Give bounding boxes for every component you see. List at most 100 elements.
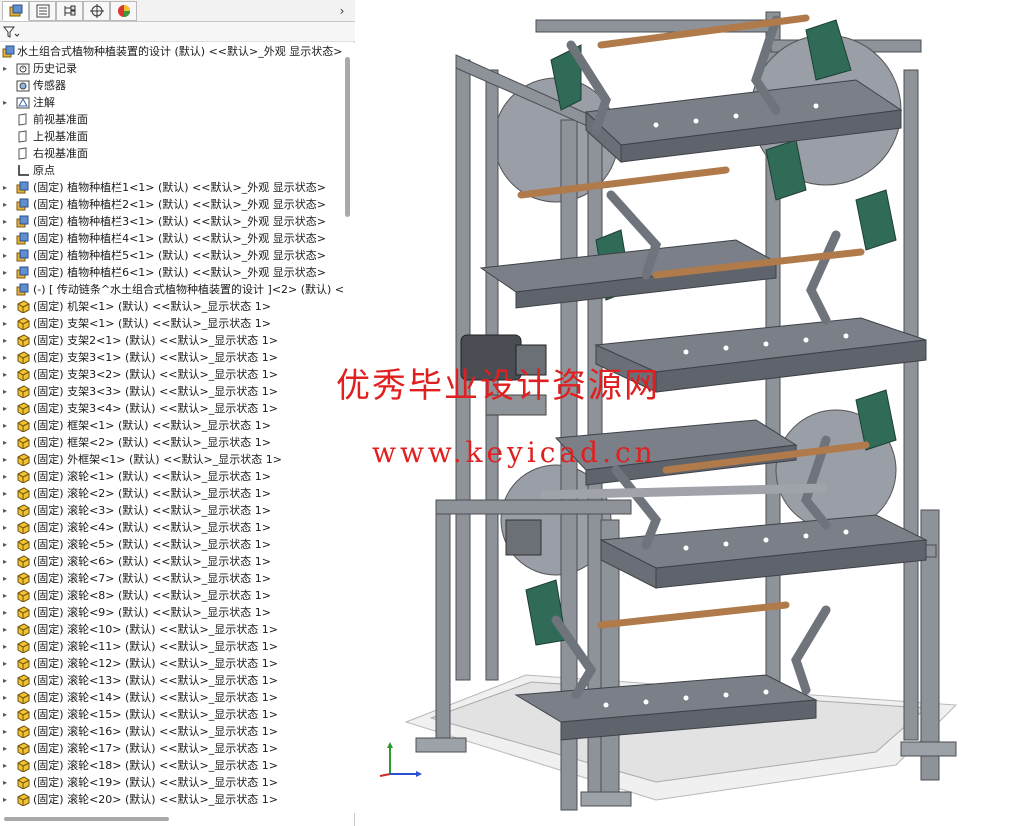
tree-item[interactable]: ▸ (固定) 植物种植栏3<1> (默认) <<默认>_外观 显示状态> bbox=[0, 213, 343, 230]
tree-item[interactable]: ▸ (固定) 滚轮<4> (默认) <<默认>_显示状态 1> bbox=[0, 519, 343, 536]
tree-item[interactable]: ▸ (固定) 外框架<1> (默认) <<默认>_显示状态 1> bbox=[0, 451, 343, 468]
tree-vertical-scrollbar[interactable] bbox=[343, 43, 355, 813]
tree-item[interactable]: ▸ (固定) 植物种植栏5<1> (默认) <<默认>_外观 显示状态> bbox=[0, 247, 343, 264]
tree-item[interactable]: ▸ (固定) 植物种植栏1<1> (默认) <<默认>_外观 显示状态> bbox=[0, 179, 343, 196]
tree-expand-arrow[interactable]: ▸ bbox=[3, 655, 11, 672]
tree-item[interactable]: ▸ (固定) 滚轮<9> (默认) <<默认>_显示状态 1> bbox=[0, 604, 343, 621]
tree-expand-arrow[interactable]: ▸ bbox=[3, 689, 11, 706]
tree-item[interactable]: ▸ (固定) 植物种植栏4<1> (默认) <<默认>_外观 显示状态> bbox=[0, 230, 343, 247]
tree-expand-arrow[interactable]: ▸ bbox=[3, 366, 11, 383]
tree-item[interactable]: ▸ (固定) 支架3<1> (默认) <<默认>_显示状态 1> bbox=[0, 349, 343, 366]
tree-item[interactable]: ▸ (固定) 滚轮<20> (默认) <<默认>_显示状态 1> bbox=[0, 791, 343, 808]
tree-item[interactable]: ▸ (固定) 支架3<2> (默认) <<默认>_显示状态 1> bbox=[0, 366, 343, 383]
property-manager-tab[interactable] bbox=[29, 1, 56, 21]
part-icon bbox=[17, 470, 30, 483]
tree-item[interactable]: ▸ (固定) 滚轮<10> (默认) <<默认>_显示状态 1> bbox=[0, 621, 343, 638]
tree-item[interactable]: 右视基准面 bbox=[0, 145, 343, 162]
tree-item[interactable]: 上视基准面 bbox=[0, 128, 343, 145]
tree-item[interactable]: 传感器 bbox=[0, 77, 343, 94]
tree-expand-arrow[interactable]: ▸ bbox=[3, 434, 11, 451]
tree-expand-arrow[interactable]: ▸ bbox=[3, 791, 11, 808]
tree-item[interactable]: ▸ (固定) 滚轮<14> (默认) <<默认>_显示状态 1> bbox=[0, 689, 343, 706]
tree-expand-arrow[interactable]: ▸ bbox=[3, 536, 11, 553]
tree-expand-arrow[interactable]: ▸ bbox=[3, 60, 11, 77]
feature-manager-tab[interactable] bbox=[2, 1, 29, 21]
tree-expand-arrow[interactable]: ▸ bbox=[3, 196, 11, 213]
configuration-manager-tab[interactable] bbox=[56, 1, 83, 21]
tree-expand-arrow[interactable]: ▸ bbox=[3, 638, 11, 655]
tree-expand-arrow[interactable]: ▸ bbox=[3, 740, 11, 757]
tree-expand-arrow[interactable]: ▸ bbox=[3, 502, 11, 519]
tree-item[interactable]: ▸ (固定) 滚轮<2> (默认) <<默认>_显示状态 1> bbox=[0, 485, 343, 502]
tree-item[interactable]: ▸ (-) [ 传动链条^水土组合式植物种植装置的设计 ]<2> (默认) <默认 bbox=[0, 281, 343, 298]
tree-item[interactable]: ▸ (固定) 滚轮<5> (默认) <<默认>_显示状态 1> bbox=[0, 536, 343, 553]
tree-item[interactable]: ▸ (固定) 框架<1> (默认) <<默认>_显示状态 1> bbox=[0, 417, 343, 434]
tree-expand-arrow[interactable]: ▸ bbox=[3, 179, 11, 196]
tree-item[interactable]: ▸ (固定) 滚轮<7> (默认) <<默认>_显示状态 1> bbox=[0, 570, 343, 587]
tree-expand-arrow[interactable]: ▸ bbox=[3, 451, 11, 468]
tree-root-assembly[interactable]: 水土组合式植物种植装置的设计 (默认) <<默认>_外观 显示状态> bbox=[0, 43, 343, 60]
tree-item[interactable]: ▸ (固定) 框架<2> (默认) <<默认>_显示状态 1> bbox=[0, 434, 343, 451]
tree-expand-arrow[interactable]: ▸ bbox=[3, 485, 11, 502]
tree-expand-arrow[interactable]: ▸ bbox=[3, 672, 11, 689]
dimxpert-tab[interactable] bbox=[83, 1, 110, 21]
tree-item[interactable]: ▸ (固定) 植物种植栏2<1> (默认) <<默认>_外观 显示状态> bbox=[0, 196, 343, 213]
tree-item[interactable]: ▸ (固定) 支架3<3> (默认) <<默认>_显示状态 1> bbox=[0, 383, 343, 400]
tree-item[interactable]: ▸ (固定) 滚轮<18> (默认) <<默认>_显示状态 1> bbox=[0, 757, 343, 774]
tree-expand-arrow[interactable]: ▸ bbox=[3, 570, 11, 587]
tree-item[interactable]: ▸ (固定) 滚轮<6> (默认) <<默认>_显示状态 1> bbox=[0, 553, 343, 570]
tree-item[interactable]: ▸ (固定) 机架<1> (默认) <<默认>_显示状态 1> bbox=[0, 298, 343, 315]
tree-expand-arrow[interactable]: ▸ bbox=[3, 349, 11, 366]
tree-item[interactable]: ▸ 历史记录 bbox=[0, 60, 343, 77]
tree-expand-arrow[interactable]: ▸ bbox=[3, 774, 11, 791]
horizontal-scroll-thumb[interactable] bbox=[4, 817, 169, 821]
tree-expand-arrow[interactable]: ▸ bbox=[3, 298, 11, 315]
vertical-scroll-thumb[interactable] bbox=[345, 57, 350, 217]
tree-expand-arrow[interactable]: ▸ bbox=[3, 621, 11, 638]
tree-horizontal-scrollbar[interactable] bbox=[0, 813, 343, 826]
tree-item[interactable]: ▸ (固定) 滚轮<12> (默认) <<默认>_显示状态 1> bbox=[0, 655, 343, 672]
tree-item[interactable]: ▸ (固定) 滚轮<13> (默认) <<默认>_显示状态 1> bbox=[0, 672, 343, 689]
tree-expand-arrow[interactable]: ▸ bbox=[3, 706, 11, 723]
tree-item[interactable]: ▸ (固定) 滚轮<16> (默认) <<默认>_显示状态 1> bbox=[0, 723, 343, 740]
tree-expand-arrow[interactable]: ▸ bbox=[3, 604, 11, 621]
expand-tabs-button[interactable]: › bbox=[335, 2, 349, 20]
tree-item[interactable]: ▸ (固定) 滚轮<8> (默认) <<默认>_显示状态 1> bbox=[0, 587, 343, 604]
tree-item[interactable]: ▸ (固定) 滚轮<17> (默认) <<默认>_显示状态 1> bbox=[0, 740, 343, 757]
tree-item[interactable]: ▸ (固定) 支架2<1> (默认) <<默认>_显示状态 1> bbox=[0, 332, 343, 349]
tree-item[interactable]: ▸ (固定) 滚轮<19> (默认) <<默认>_显示状态 1> bbox=[0, 774, 343, 791]
tree-expand-arrow[interactable]: ▸ bbox=[3, 332, 11, 349]
tree-item[interactable]: ▸ (固定) 滚轮<15> (默认) <<默认>_显示状态 1> bbox=[0, 706, 343, 723]
tree-expand-arrow[interactable]: ▸ bbox=[3, 230, 11, 247]
part-icon bbox=[17, 402, 30, 415]
tree-item[interactable]: ▸ (固定) 支架3<4> (默认) <<默认>_显示状态 1> bbox=[0, 400, 343, 417]
tree-expand-arrow[interactable]: ▸ bbox=[3, 519, 11, 536]
tree-item[interactable]: ▸ (固定) 支架<1> (默认) <<默认>_显示状态 1> bbox=[0, 315, 343, 332]
tree-expand-arrow[interactable]: ▸ bbox=[3, 468, 11, 485]
tree-expand-arrow[interactable]: ▸ bbox=[3, 281, 11, 298]
tree-item[interactable]: ▸ (固定) 植物种植栏6<1> (默认) <<默认>_外观 显示状态> bbox=[0, 264, 343, 281]
tree-expand-arrow[interactable]: ▸ bbox=[3, 553, 11, 570]
tree-expand-arrow[interactable]: ▸ bbox=[3, 723, 11, 740]
tree-expand-arrow[interactable]: ▸ bbox=[3, 315, 11, 332]
subassembly-icon bbox=[16, 266, 29, 279]
tree-item[interactable]: ▸ 注解 bbox=[0, 94, 343, 111]
display-manager-tab[interactable] bbox=[110, 1, 137, 21]
tree-item[interactable]: ▸ (固定) 滚轮<11> (默认) <<默认>_显示状态 1> bbox=[0, 638, 343, 655]
tree-expand-arrow[interactable]: ▸ bbox=[3, 587, 11, 604]
tree-expand-arrow[interactable]: ▸ bbox=[3, 757, 11, 774]
tree-item[interactable]: 前视基准面 bbox=[0, 111, 343, 128]
tree-expand-arrow[interactable]: ▸ bbox=[3, 400, 11, 417]
tree-item[interactable]: 原点 bbox=[0, 162, 343, 179]
filter-icon[interactable] bbox=[3, 25, 19, 39]
tree-item[interactable]: ▸ (固定) 滚轮<3> (默认) <<默认>_显示状态 1> bbox=[0, 502, 343, 519]
tree-expand-arrow[interactable]: ▸ bbox=[3, 264, 11, 281]
assembly-3d-model[interactable] bbox=[356, 0, 1024, 826]
tree-expand-arrow[interactable]: ▸ bbox=[3, 213, 11, 230]
tree-expand-arrow[interactable]: ▸ bbox=[3, 417, 11, 434]
tree-expand-arrow[interactable]: ▸ bbox=[3, 247, 11, 264]
tree-expand-arrow[interactable]: ▸ bbox=[3, 383, 11, 400]
tree-item[interactable]: ▸ (固定) 滚轮<1> (默认) <<默认>_显示状态 1> bbox=[0, 468, 343, 485]
graphics-viewport[interactable]: 优秀毕业设计资源网 www.keyicad.cn bbox=[336, 0, 1024, 826]
tree-expand-arrow[interactable]: ▸ bbox=[3, 94, 11, 111]
